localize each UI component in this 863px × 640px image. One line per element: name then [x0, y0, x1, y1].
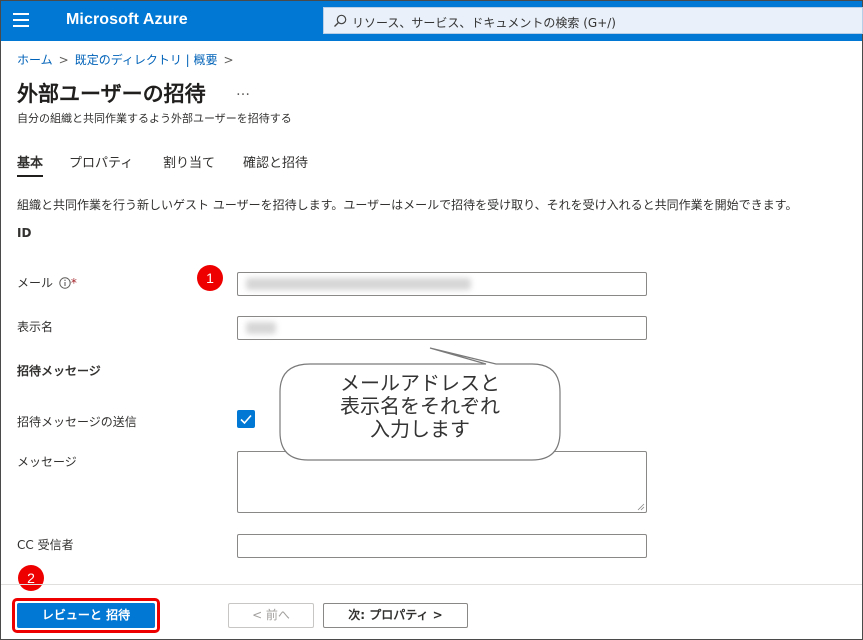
info-icon[interactable] [59, 277, 71, 289]
callout-text: メールアドレスと 表示名をそれぞれ 入力します [300, 372, 540, 441]
cc-recipients-field[interactable] [237, 534, 647, 558]
section-id-header: ID [17, 226, 32, 240]
brand-logo[interactable]: Microsoft Azure [66, 11, 188, 29]
step-badge-1: 1 [197, 265, 223, 291]
page-title: 外部ユーザーの招待 [17, 82, 206, 106]
page-subtitle: 自分の組織と共同作業するよう外部ユーザーを招待する [17, 112, 292, 125]
step-badge-2: 2 [18, 565, 44, 591]
blurred-value [246, 322, 276, 334]
review-invite-button[interactable]: レビューと 招待 [17, 603, 155, 628]
tab-review-invite[interactable]: 確認と招待 [243, 152, 308, 171]
search-icon [334, 14, 347, 27]
previous-button[interactable]: < 前へ [228, 603, 314, 628]
email-label: メール * [17, 274, 77, 291]
cc-label: CC 受信者 [17, 538, 74, 552]
checkmark-icon [240, 414, 252, 425]
search-input[interactable]: リソース、サービス、ドキュメントの検索 (G+/) [323, 7, 863, 34]
blurred-value [246, 278, 471, 290]
tab-basics[interactable]: 基本 [17, 152, 44, 177]
hamburger-icon[interactable] [13, 13, 29, 27]
breadcrumb-directory[interactable]: 既定のディレクトリ | 概要 [75, 53, 218, 67]
message-label: メッセージ [17, 455, 77, 469]
chevron-right-icon: > [58, 53, 69, 67]
footer-divider [1, 584, 862, 585]
display-name-field[interactable] [237, 316, 647, 340]
tab-assignments[interactable]: 割り当て [163, 152, 215, 171]
more-options-icon[interactable]: … [236, 83, 250, 99]
display-name-label: 表示名 [17, 320, 54, 334]
next-properties-button[interactable]: 次: プロパティ > [323, 603, 468, 628]
callout-line: メールアドレスと 表示名をそれぞれ 入力します [340, 371, 500, 441]
invite-message-header: 招待メッセージ [17, 364, 101, 378]
email-label-text: メール [17, 276, 54, 290]
top-bar: Microsoft Azure リソース、サービス、ドキュメントの検索 (G+/… [1, 1, 863, 41]
search-placeholder: リソース、サービス、ドキュメントの検索 (G+/) [352, 16, 616, 30]
message-textarea[interactable] [237, 451, 647, 513]
tab-properties[interactable]: プロパティ [69, 152, 133, 171]
description-text: 組織と共同作業を行う新しいゲスト ユーザーを招待します。ユーザーはメールで招待を… [17, 198, 798, 212]
email-field[interactable] [237, 272, 647, 296]
send-invite-checkbox[interactable] [237, 410, 255, 428]
breadcrumb-home[interactable]: ホーム [17, 53, 53, 67]
send-invite-label: 招待メッセージの送信 [17, 415, 137, 429]
chevron-right-icon: > [223, 53, 234, 67]
breadcrumb: ホーム > 既定のディレクトリ | 概要 > [17, 51, 240, 68]
resize-handle-icon[interactable] [637, 503, 645, 511]
required-marker: * [70, 276, 77, 290]
